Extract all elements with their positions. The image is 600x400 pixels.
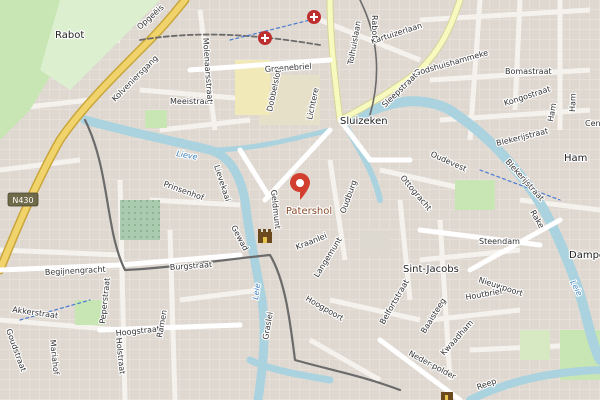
- street-label: Steendam: [479, 237, 520, 246]
- district-label-sluizeken[interactable]: Sluizeken: [339, 115, 389, 128]
- district-label-sint-jacobs[interactable]: Sint-Jacobs: [402, 263, 460, 276]
- street-label: Ham: [568, 93, 578, 112]
- map-canvas[interactable]: N430 Rabot Sluizeken Sint-Jacobs Ham Dam…: [0, 0, 600, 400]
- street-label: Rabot: [370, 15, 379, 38]
- district-label-dampoort[interactable]: Dampoort: [568, 249, 600, 262]
- road-shield-label: N430: [12, 196, 33, 205]
- hospital-icon[interactable]: [258, 31, 272, 45]
- hospital-icon[interactable]: [307, 10, 321, 24]
- district-label-rabot[interactable]: Rabot: [54, 29, 86, 42]
- castle-icon[interactable]: [258, 229, 272, 243]
- poi-label-patershol[interactable]: Patershol: [285, 205, 334, 218]
- district-label-ham[interactable]: Ham: [563, 152, 589, 165]
- map-view[interactable]: N430 Rabot Sluizeken Sint-Jacobs Ham Dam…: [0, 0, 600, 400]
- road-shield-n430: N430: [7, 192, 39, 207]
- castle-icon[interactable]: [441, 392, 453, 400]
- street-label: Cen: [585, 119, 600, 128]
- street-label: Bomastraat: [505, 67, 552, 76]
